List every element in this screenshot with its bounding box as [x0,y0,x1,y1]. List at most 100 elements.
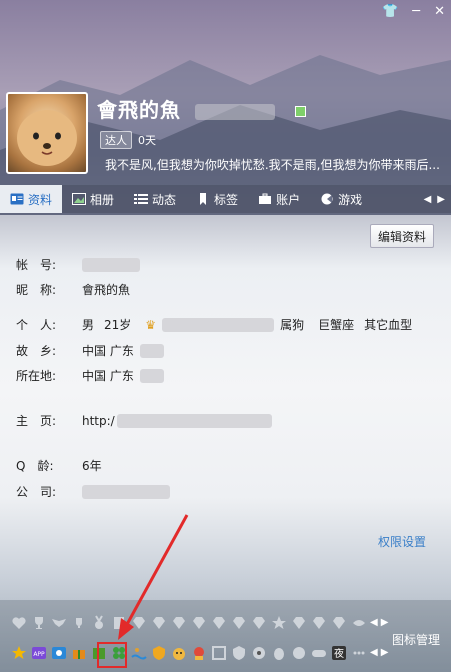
circle-icon[interactable] [290,644,307,661]
grid-dots-icon[interactable] [350,644,367,661]
edit-profile-button[interactable]: 编辑资料 [370,224,434,248]
music-icon[interactable] [250,644,267,661]
window-controls: 👕 ─ ✕ [382,4,445,19]
app-icon[interactable]: APP [30,644,47,661]
icon-row2-right-arrow-icon[interactable]: ▶ [381,647,389,658]
homepage-row: 主 页: http:/ [16,412,272,429]
blood-type-value: 其它血型 [364,318,413,332]
icon-row2-left-arrow-icon[interactable]: ◀ [370,647,378,658]
personal-label: 个 人: [16,318,57,332]
birthday-blurred [162,317,275,332]
homepage-value[interactable]: http:/ [82,414,115,428]
talent-badge[interactable]: 达人 0天 [100,131,156,149]
nickname-label: 昵 称: [16,283,57,297]
profile-card-icon [10,193,24,205]
hometown-label: 故 乡: [16,344,57,358]
photo-icon [72,193,87,205]
lips-icon[interactable] [350,614,367,631]
company-row: 公 司: [16,483,170,500]
diamond-icon-7[interactable] [250,614,267,631]
shirt-icon[interactable]: 👕 [382,4,398,19]
icon-row-top: ◀ ▶ [10,614,388,631]
account-row: 帐 号: [16,256,140,273]
icon-row-right-arrow-icon[interactable]: ▶ [381,617,389,628]
constellation-value: 巨蟹座 [318,318,355,332]
tab-tags[interactable]: 标签 [186,185,248,213]
diamond-icon-3[interactable] [170,614,187,631]
gender-value: 男 [82,318,95,332]
list-icon [134,193,149,205]
diamond-icon-1[interactable] [130,614,147,631]
diamond-icon-9[interactable] [310,614,327,631]
hometown-blurred [139,343,164,358]
star-icon-gray[interactable] [270,614,287,631]
diamond-icon-2[interactable] [150,614,167,631]
hometown-row: 故 乡: 中国 广东 [16,342,164,359]
signature-text[interactable]: 我不是风,但我想为你吹掉忧愁.我不是雨,但我想为你带来雨后... [105,156,440,173]
tab-account[interactable]: 账户 [248,185,310,213]
tab-bar: 资料 相册 动态 标签 账户 游戏 ◀ ▶ [0,185,451,213]
location-label: 所在地: [16,369,57,383]
hometown-value: 中国 广东 [82,344,134,358]
svg-text:夜: 夜 [334,647,344,660]
icon-manager-link[interactable]: 图标管理 [392,631,440,648]
star-icon[interactable] [10,644,27,661]
age-value: 21岁 [104,318,132,332]
diamond-icon-10[interactable] [330,614,347,631]
avatar[interactable] [6,92,88,174]
gift-icon[interactable] [70,644,87,661]
nickname-title: 會飛的魚 [97,94,306,123]
diamond-icon-6[interactable] [230,614,247,631]
tab-scroll: ◀ ▶ [424,185,451,213]
photo-frame-icon[interactable] [210,644,227,661]
tab-profile[interactable]: 资料 [0,185,63,213]
toggle-icon[interactable] [310,644,327,661]
nickname-value: 會飛的魚 [82,283,131,297]
location-blurred [139,368,164,383]
tab-album[interactable]: 相册 [62,185,124,213]
camera-icon[interactable] [50,644,67,661]
briefcase-icon [258,193,272,205]
company-label: 公 司: [16,485,57,499]
icon-row-bottom: APP 夜 ◀ ▶ [10,644,388,661]
icon-row-left-arrow-icon[interactable]: ◀ [370,617,378,628]
tab-right-arrow-icon[interactable]: ▶ [437,194,445,205]
homepage-label: 主 页: [16,414,57,428]
swimmer-icon[interactable] [130,644,147,661]
diamond-icon-4[interactable] [190,614,207,631]
diamond-icon-8[interactable] [290,614,307,631]
homepage-blurred [116,413,272,428]
bookmark-icon [196,193,210,205]
qage-label: Q 龄: [16,459,54,473]
minimize-icon[interactable]: ─ [412,4,420,19]
location-value: 中国 广东 [82,369,134,383]
book-icon[interactable] [110,614,127,631]
svg-text:APP: APP [33,651,45,658]
diamond-icon-5[interactable] [210,614,227,631]
pet-icon[interactable] [170,644,187,661]
night-mode-icon[interactable]: 夜 [330,644,347,661]
medal-icon[interactable] [90,614,107,631]
permission-settings-link[interactable]: 权限设置 [378,533,426,550]
company-blurred [82,484,170,499]
icon-bar [0,600,451,672]
location-row: 所在地: 中国 广东 [16,367,164,384]
close-icon[interactable]: ✕ [434,4,445,19]
tab-games[interactable]: 游戏 [310,185,372,213]
nickname-row: 昵 称: 會飛的魚 [16,281,130,298]
highlight-box [97,642,127,668]
badge-tag: 达人 [100,131,132,149]
wings-icon[interactable] [50,614,67,631]
penguin-icon[interactable] [270,644,287,661]
security-shield-icon[interactable] [230,644,247,661]
cup-icon[interactable] [70,614,87,631]
trophy-icon[interactable] [30,614,47,631]
zodiac-animal-value: 属狗 [280,318,305,332]
tab-left-arrow-icon[interactable]: ◀ [424,194,432,205]
heart-icon[interactable] [10,614,27,631]
game-icon [320,193,334,205]
qage-value: 6年 [82,459,102,473]
shield-yellow-icon[interactable] [150,644,167,661]
tab-feed[interactable]: 动态 [124,185,186,213]
character-icon[interactable] [190,644,207,661]
